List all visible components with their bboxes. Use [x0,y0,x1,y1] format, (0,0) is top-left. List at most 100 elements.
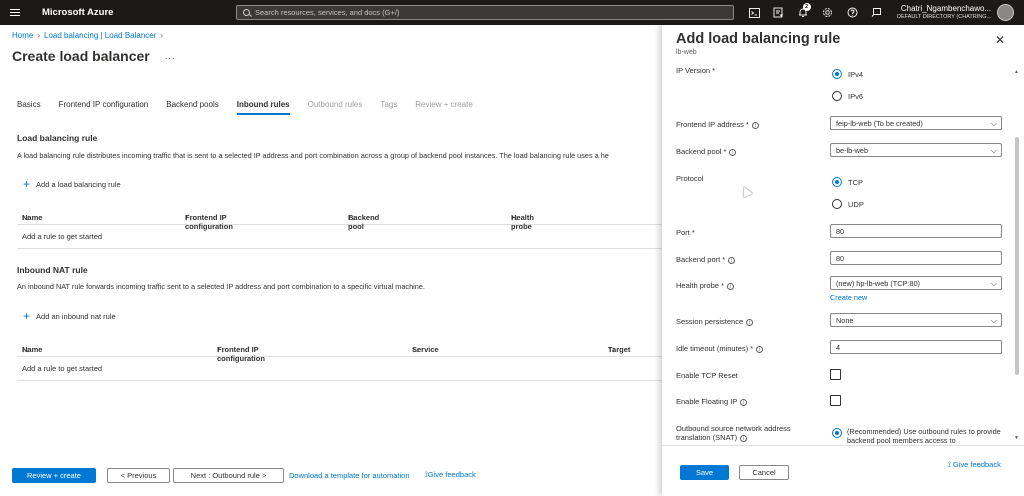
search-input[interactable]: Search resources, services, and docs (G+… [236,5,734,20]
info-icon[interactable]: i [728,256,736,264]
info-icon[interactable]: i [726,282,734,290]
account-info[interactable]: Chatri_Ngambenchawo... DEFAULT DIRECTORY… [897,4,992,20]
breadcrumb-load-balancing[interactable]: Load balancing | Load Balancer [44,31,156,40]
add-lb-rule-panel: Add load balancing rule lb-web ✕ IP Vers… [662,25,1024,496]
port-label: Port * [676,228,695,237]
lb-rule-grid-header: Name ↑↓ Frontend IP configuration ↑↓ Bac… [17,205,662,231]
directory-filter-icon[interactable] [767,0,792,25]
radio-tcp-label: TCP [848,177,863,187]
review-create-button[interactable]: Review + create [12,467,96,483]
info-icon[interactable]: i [751,121,759,129]
tab-frontend-ip[interactable]: Frontend IP configuration [59,100,149,115]
tab-inbound-rules[interactable]: Inbound rules [236,100,290,115]
info-icon[interactable]: i [756,345,764,353]
health-probe-label: Health probe * i [676,281,734,290]
radio-dot [832,177,842,187]
lb-rule-title: Load balancing rule [17,133,98,143]
backend-pool-label: Backend pool * i [676,147,737,156]
settings-icon[interactable] [816,0,841,25]
radio-dot [832,199,842,209]
snat-label: Outbound source network address translat… [676,424,791,442]
cloud-shell-icon[interactable] [742,0,767,25]
panel-title: Add load balancing rule [676,31,841,47]
notifications-icon[interactable]: 2 [791,0,816,25]
info-icon[interactable]: i [729,148,737,156]
radio-ipv4-label: IPv4 [848,69,864,79]
save-button[interactable]: Save [680,465,729,480]
feedback-icon[interactable] [865,0,890,25]
next-button[interactable]: Next : Outbound rule > [173,467,284,483]
panel-footer: Save Cancel ⟟ Give feedback [662,445,1024,496]
nat-rule-grid-header: Name ↑↓ Frontend IP configuration ↑↓ Ser… [17,337,662,363]
health-probe-dropdown[interactable]: (new) hp-lb-web (TCP:80) ⌵ [830,276,1002,290]
breadcrumb: Home › Load balancing | Load Balancer › [12,31,163,40]
search-placeholder: Search resources, services, and docs (G+… [255,8,400,17]
scroll-down-icon[interactable]: ▼ [1014,435,1019,441]
close-icon[interactable]: ✕ [995,33,1005,47]
radio-dot [832,91,842,101]
idle-timeout-label: Idle timeout (minutes) * i [676,344,764,353]
radio-udp-label: UDP [848,199,864,209]
user-directory: DEFAULT DIRECTORY (CHATRING... [897,13,992,20]
download-template-link[interactable]: Download a template for automation [289,471,410,480]
nat-rule-title: Inbound NAT rule [17,265,88,275]
session-persistence-dropdown[interactable]: None ⌵ [830,313,1002,327]
floating-ip-checkbox[interactable] [830,395,841,406]
radio-ipv6-label: IPv6 [848,91,864,101]
menu-icon[interactable] [0,0,30,25]
chevron-down-icon: ⌵ [990,279,997,288]
tab-outbound-rules[interactable]: Outbound rules [308,100,363,115]
backend-port-label: Backend port * i [676,255,736,264]
tab-review-create[interactable]: Review + create [415,100,473,115]
create-new-probe-link[interactable]: Create new [830,293,867,302]
radio-ipv4[interactable]: IPv4 [832,69,863,79]
user-name: Chatri_Ngambenchawo... [900,4,992,14]
backend-port-input[interactable]: 80 [830,251,1002,265]
radio-ipv6[interactable]: IPv6 [832,91,863,101]
feedback-icon: ⟟ [948,460,951,469]
wizard-footer: Review + create < Previous Next : Outbou… [0,460,662,490]
ip-version-label: IP Version * [676,66,716,75]
scroll-up-icon[interactable]: ▲ [1014,69,1019,75]
add-lb-rule-button[interactable]: + Add a load balancing rule [23,178,121,190]
chevron-right-icon: › [160,31,164,40]
scroll-thumb[interactable] [1015,137,1019,375]
tab-basics[interactable]: Basics [17,100,41,115]
add-lb-rule-label: Add a load balancing rule [36,179,121,189]
idle-timeout-input[interactable]: 4 [830,340,1002,354]
info-icon[interactable]: i [746,318,754,326]
previous-button[interactable]: < Previous [107,467,170,483]
frontend-ip-dropdown[interactable]: feip-lb-web (To be created) ⌵ [830,116,1002,130]
give-feedback-link[interactable]: ⟟Give feedback [425,470,476,480]
lb-rule-description: A load balancing rule distributes incomi… [17,151,609,160]
radio-tcp[interactable]: TCP [832,177,863,187]
panel-give-feedback-link[interactable]: ⟟ Give feedback [948,460,1001,470]
session-persistence-label: Session persistence i [676,317,754,326]
help-icon[interactable] [840,0,865,25]
search-icon [243,9,250,16]
add-nat-rule-button[interactable]: + Add an inbound nat rule [23,310,116,322]
radio-udp[interactable]: UDP [832,199,864,209]
radio-dot [832,69,842,79]
chevron-down-icon: ⌵ [990,316,997,325]
cancel-button[interactable]: Cancel [739,465,789,480]
notification-badge: 2 [802,3,811,11]
tcp-reset-label: Enable TCP Reset [676,371,738,380]
nat-rule-empty-row: Add a rule to get started [17,357,662,381]
info-icon[interactable]: i [740,398,748,406]
breadcrumb-home[interactable]: Home [12,31,33,40]
chevron-down-icon: ⌵ [990,146,997,155]
avatar[interactable] [997,4,1015,21]
panel-scrollbar[interactable]: ▲ ▼ [1014,69,1020,443]
radio-snat-outbound[interactable] [832,428,848,438]
backend-pool-dropdown[interactable]: be-lb-web ⌵ [830,143,1002,157]
tab-tags[interactable]: Tags [380,100,397,115]
tab-backend-pools[interactable]: Backend pools [166,100,218,115]
radio-dot [832,428,842,438]
plus-icon: + [23,309,31,323]
brand-title[interactable]: Microsoft Azure [42,7,232,18]
more-options-icon[interactable]: ... [165,51,176,61]
port-input[interactable]: 80 [830,224,1002,238]
tcp-reset-checkbox[interactable] [830,369,841,380]
info-icon[interactable]: i [740,434,748,442]
